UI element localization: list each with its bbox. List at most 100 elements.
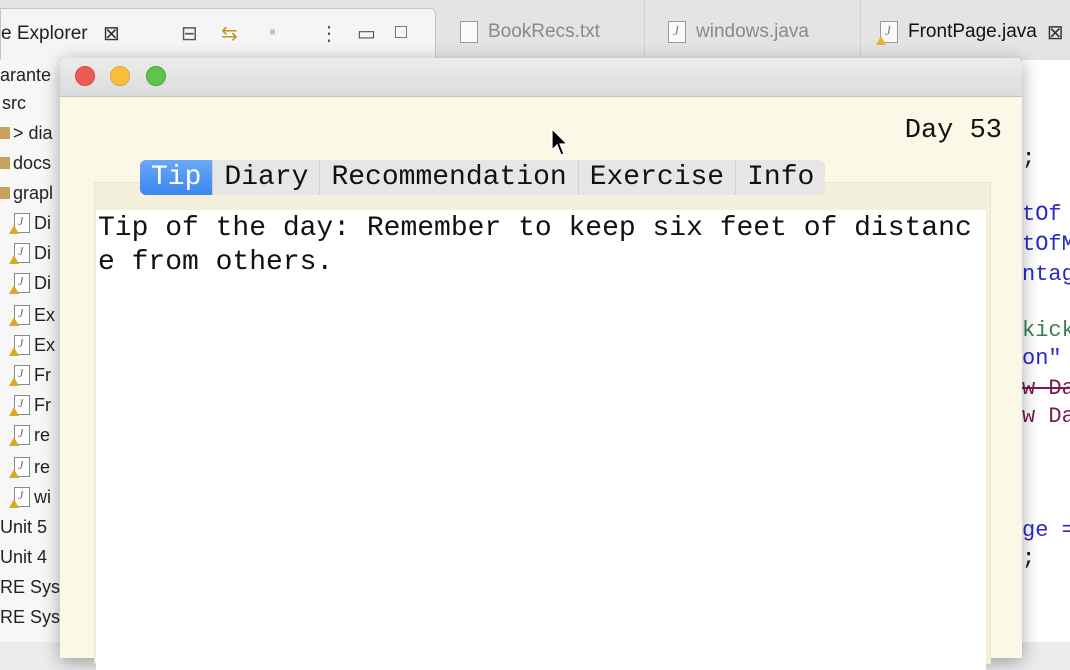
- editor-tab-bookrecs[interactable]: BookRecs.txt: [460, 14, 600, 50]
- tree-item-label: arante: [0, 64, 52, 85]
- java-file-icon: [9, 243, 30, 264]
- java-file-icon: [9, 487, 30, 508]
- tree-item-java-file[interactable]: Fr: [9, 390, 51, 420]
- tree-item-label: docs: [13, 152, 52, 173]
- editor-tab-label: BookRecs.txt: [488, 21, 600, 42]
- app-window: Day 53 Tip Diary Recommendation Exercise…: [60, 58, 1022, 670]
- tree-item-src[interactable]: src: [2, 88, 26, 118]
- tree-item-label: Di: [34, 272, 51, 293]
- java-file-icon: [9, 273, 30, 294]
- code-line: w Da: [1022, 404, 1070, 429]
- editor-tab-label: FrontPage.java: [908, 21, 1037, 42]
- code-line: tOf: [1022, 202, 1062, 227]
- tree-item-library[interactable]: Unit 4: [0, 542, 47, 572]
- tree-item-java-file[interactable]: wi: [9, 482, 51, 512]
- window-zoom-button[interactable]: [146, 66, 166, 86]
- close-view-icon[interactable]: ⊠: [103, 21, 120, 46]
- tree-item-folder[interactable]: docs: [0, 148, 51, 178]
- tree-item-label: Unit 4: [0, 546, 48, 567]
- code-line: ntag: [1022, 262, 1070, 287]
- package-icon: [0, 127, 10, 139]
- view-menu-icon[interactable]: ⋮: [319, 21, 339, 46]
- editor-tab-frontpage[interactable]: FrontPage.java ⊠: [876, 14, 1064, 50]
- tree-item-library[interactable]: Unit 5: [0, 512, 47, 542]
- package-explorer-view-tab[interactable]: e Explorer ⊠ ⊟ ⇆ ▪ ⋮ ▭ □: [0, 8, 436, 60]
- view-tab-label: e Explorer: [1, 23, 88, 44]
- tree-item-java-file[interactable]: Di: [9, 268, 51, 298]
- java-file-icon: [9, 305, 30, 326]
- tree-item-java-file[interactable]: Ex: [9, 300, 56, 330]
- package-explorer-tree: arante src > dia docs grapl Di Di Di Ex …: [0, 60, 60, 642]
- mouse-cursor-icon: [551, 128, 569, 156]
- tab-divider: [860, 0, 861, 60]
- java-file-icon: [668, 21, 686, 43]
- tree-item-library[interactable]: RE Sys: [0, 572, 60, 602]
- code-line: on": [1022, 346, 1062, 371]
- java-file-icon: [9, 425, 30, 446]
- ide-tab-strip: e Explorer ⊠ ⊟ ⇆ ▪ ⋮ ▭ □ BookRecs.txt wi…: [0, 0, 1070, 61]
- tab-content-panel: Tip of the day: Remember to keep six fee…: [96, 210, 986, 670]
- java-file-warning-icon: [876, 21, 898, 45]
- code-line: ge =: [1022, 518, 1070, 543]
- java-file-icon: [9, 457, 30, 478]
- java-file-icon: [9, 365, 30, 386]
- tree-item-folder[interactable]: grapl: [0, 178, 53, 208]
- collapse-all-icon[interactable]: ⊟: [181, 21, 198, 46]
- tree-item-java-file[interactable]: Ex: [9, 330, 56, 360]
- tree-item-label: Fr: [34, 394, 51, 415]
- tab-recommendation[interactable]: Recommendation: [320, 160, 579, 195]
- day-counter: Day 53: [904, 116, 1002, 146]
- folder-icon: [0, 157, 10, 169]
- tree-item-label: re: [34, 424, 51, 445]
- code-line: tOfM: [1022, 232, 1070, 257]
- tree-item-java-file[interactable]: Di: [9, 238, 51, 268]
- tree-item-label: RE Sys: [0, 576, 60, 597]
- tree-item-label: Ex: [34, 334, 56, 355]
- tree-item-label: Di: [34, 242, 51, 263]
- tree-item-java-file[interactable]: re: [9, 452, 51, 482]
- tree-item-label: RE Sys: [0, 606, 60, 627]
- text-file-icon: [460, 21, 478, 43]
- editor-tab-label: windows.java: [696, 21, 809, 42]
- tab-divider: [644, 0, 645, 60]
- java-file-icon: [9, 213, 30, 234]
- tab-bar: Tip Diary Recommendation Exercise Info: [140, 160, 826, 195]
- java-file-icon: [9, 395, 30, 416]
- window-close-button[interactable]: [75, 66, 95, 86]
- window-minimize-button[interactable]: [110, 66, 130, 86]
- window-titlebar[interactable]: [60, 58, 1022, 97]
- focus-icon[interactable]: ▪: [269, 21, 276, 44]
- code-line: w Da: [1022, 376, 1070, 401]
- code-line: kick: [1022, 318, 1070, 343]
- tree-item-label: re: [34, 456, 51, 477]
- tree-item-label: grapl: [13, 182, 54, 203]
- tab-exercise[interactable]: Exercise: [578, 160, 737, 195]
- tree-item-java-file[interactable]: Di: [9, 208, 51, 238]
- code-editor[interactable]: ; tOf tOfM ntag kick on" w Da w Da ge = …: [1022, 60, 1070, 642]
- tree-item-label: src: [2, 92, 26, 113]
- tree-item-label: Unit 5: [0, 516, 48, 537]
- tip-text: Tip of the day: Remember to keep six fee…: [98, 213, 972, 278]
- code-line: ;: [1022, 146, 1036, 171]
- tab-diary[interactable]: Diary: [213, 160, 321, 195]
- code-line: ;: [1022, 546, 1036, 571]
- tab-info[interactable]: Info: [736, 160, 826, 195]
- tree-item-library[interactable]: RE Sys: [0, 602, 60, 632]
- tree-item-java-file[interactable]: Fr: [9, 360, 51, 390]
- minimize-view-icon[interactable]: ▭: [357, 21, 376, 46]
- folder-icon: [0, 187, 10, 199]
- editor-tab-windows[interactable]: windows.java: [668, 14, 809, 50]
- tree-item-project[interactable]: arante: [0, 60, 51, 90]
- tree-item-java-file[interactable]: re: [9, 420, 51, 450]
- tree-item-label: wi: [34, 486, 51, 507]
- link-with-editor-icon[interactable]: ⇆: [221, 21, 238, 46]
- tree-item-label: > dia: [13, 122, 53, 143]
- maximize-view-icon[interactable]: □: [395, 21, 407, 44]
- tree-item-label: Di: [34, 212, 51, 233]
- tree-item-package[interactable]: > dia: [0, 118, 53, 148]
- tree-item-label: Fr: [34, 364, 51, 385]
- close-tab-icon[interactable]: ⊠: [1047, 20, 1064, 45]
- tab-tip[interactable]: Tip: [140, 160, 214, 195]
- java-file-icon: [9, 335, 30, 356]
- tree-item-label: Ex: [34, 304, 56, 325]
